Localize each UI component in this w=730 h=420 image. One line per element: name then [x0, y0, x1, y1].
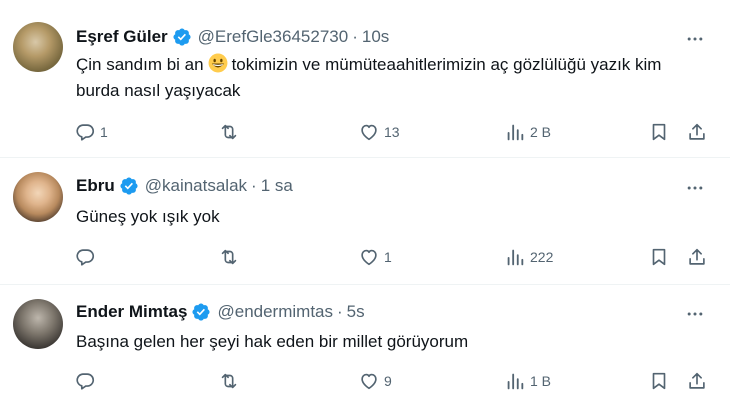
views-icon — [507, 124, 524, 141]
reply-button[interactable]: 1 — [74, 120, 108, 144]
retweet-button[interactable] — [218, 245, 244, 269]
views-icon — [507, 249, 524, 266]
reply-button[interactable] — [74, 369, 100, 393]
like-button[interactable]: 9 — [358, 369, 392, 393]
timestamp[interactable]: 10s — [362, 27, 389, 47]
like-button[interactable]: 13 — [358, 120, 400, 144]
share-icon — [689, 248, 705, 265]
timestamp[interactable]: 5s — [347, 302, 365, 322]
more-icon[interactable] — [684, 177, 706, 199]
tweet-feed: Eşref Güler @ErefGle36452730 · 10s Çin s… — [0, 0, 730, 420]
reply-icon — [76, 373, 95, 390]
like-count: 1 — [384, 249, 392, 265]
tweet-text: Güneş yok ışık yok — [76, 207, 220, 226]
more-icon[interactable] — [684, 303, 706, 325]
avatar[interactable] — [13, 299, 63, 349]
share-icon — [689, 372, 705, 389]
author-handle[interactable]: @kainatsalak — [145, 176, 247, 196]
share-button[interactable] — [686, 120, 708, 144]
tweet-header: Eşref Güler @ErefGle36452730 · 10s — [76, 26, 389, 48]
like-count: 13 — [384, 124, 400, 140]
reply-icon — [76, 124, 95, 141]
bookmark-icon — [652, 248, 666, 266]
like-count: 9 — [384, 373, 392, 389]
retweet-icon — [221, 124, 237, 140]
separator-dot: · — [251, 176, 257, 195]
share-button[interactable] — [686, 245, 708, 269]
tweet[interactable]: Ebru @kainatsalak · 1 sa Güneş yok ışık … — [0, 158, 730, 285]
like-icon — [361, 124, 377, 141]
author-name[interactable]: Ebru — [76, 176, 115, 196]
retweet-button[interactable] — [218, 369, 244, 393]
tweet-header: Ebru @kainatsalak · 1 sa — [76, 175, 293, 197]
separator-dot: · — [352, 27, 358, 46]
tweet-text-part: Çin sandım bi an — [76, 55, 204, 74]
more-icon[interactable] — [684, 28, 706, 50]
avatar[interactable] — [13, 172, 63, 222]
retweet-icon — [221, 249, 237, 265]
author-handle[interactable]: @endermimtas — [217, 302, 333, 322]
view-count: 1 B — [530, 373, 552, 389]
author-handle[interactable]: @ErefGle36452730 — [198, 27, 349, 47]
avatar[interactable] — [13, 22, 63, 72]
bookmark-icon — [652, 123, 666, 141]
like-icon — [361, 249, 377, 266]
reply-button[interactable] — [74, 245, 100, 269]
bookmark-button[interactable] — [648, 369, 670, 393]
grinning-face-emoji — [208, 53, 228, 73]
tweet-actions: 9 1 B — [70, 369, 712, 393]
view-count: 2 B — [530, 124, 552, 140]
retweet-button[interactable] — [218, 120, 244, 144]
timestamp[interactable]: 1 sa — [261, 176, 293, 196]
views-button[interactable]: 222 — [504, 245, 553, 269]
reply-icon — [76, 249, 95, 266]
tweet-actions: 1 13 2 B — [70, 120, 712, 144]
views-button[interactable]: 1 B — [504, 369, 551, 393]
verified-badge-icon — [173, 28, 191, 46]
like-button[interactable]: 1 — [358, 245, 392, 269]
author-name[interactable]: Eşref Güler — [76, 27, 168, 47]
bookmark-icon — [652, 372, 666, 390]
author-name[interactable]: Ender Mimtaş — [76, 302, 187, 322]
retweet-icon — [221, 373, 237, 389]
bookmark-button[interactable] — [648, 245, 670, 269]
tweet-header: Ender Mimtaş @endermimtas · 5s — [76, 301, 365, 323]
verified-badge-icon — [120, 177, 138, 195]
separator-dot: · — [337, 302, 343, 321]
tweet-actions: 1 222 — [70, 245, 712, 269]
tweet[interactable]: Ender Mimtaş @endermimtas · 5s Başına ge… — [0, 285, 730, 420]
view-count: 222 — [530, 249, 554, 265]
tweet-text: Başına gelen her şeyi hak eden bir mille… — [76, 332, 469, 351]
tweet-text: Çin sandım bi an tokimizin ve mümüteaahi… — [76, 52, 701, 104]
verified-badge-icon — [192, 303, 211, 321]
like-icon — [361, 373, 377, 390]
views-button[interactable]: 2 B — [504, 120, 551, 144]
share-icon — [689, 123, 705, 140]
views-icon — [507, 373, 524, 390]
tweet[interactable]: Eşref Güler @ErefGle36452730 · 10s Çin s… — [0, 0, 730, 158]
reply-count: 1 — [100, 124, 108, 140]
bookmark-button[interactable] — [648, 120, 670, 144]
share-button[interactable] — [686, 369, 708, 393]
